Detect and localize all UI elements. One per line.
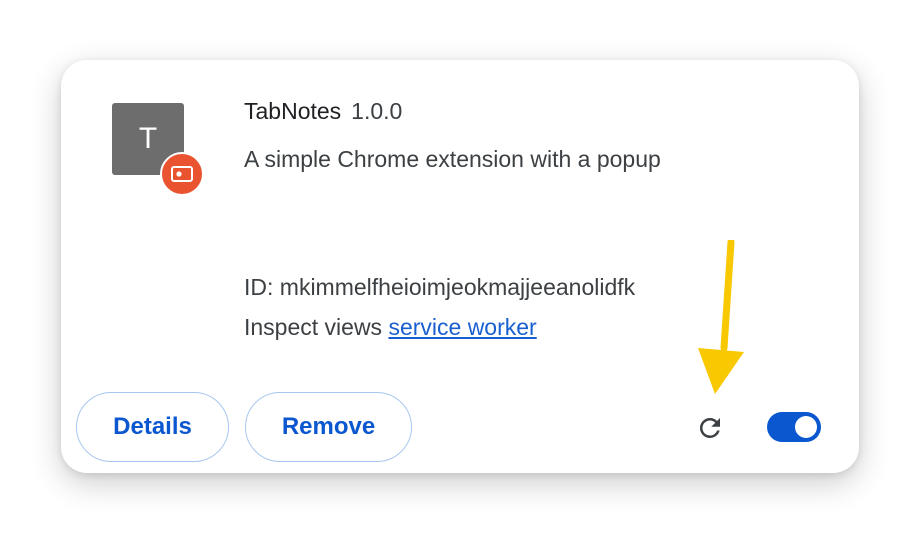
extension-name: TabNotes	[244, 98, 342, 124]
inspect-views-label: Inspect views	[244, 314, 383, 340]
inspect-views: Inspect views service worker	[244, 314, 537, 341]
service-worker-link[interactable]: service worker	[388, 314, 536, 340]
extension-description: A simple Chrome extension with a popup	[244, 146, 661, 172]
extension-title: TabNotes 1.0.0	[244, 98, 402, 125]
unpacked-badge-icon	[160, 152, 204, 196]
extension-icon-letter: T	[138, 122, 158, 155]
extension-id: ID: mkimmelfheioimjeokmajjeeanolidfk	[244, 274, 636, 300]
page: T TabNotes 1.0.0 A simple Chrome extensio…	[0, 0, 921, 535]
extension-version: 1.0.0	[351, 98, 403, 124]
enable-toggle[interactable]	[767, 412, 821, 442]
details-button[interactable]: Details	[76, 392, 229, 462]
remove-button[interactable]: Remove	[245, 392, 412, 462]
arrow-annotation-icon	[698, 240, 744, 394]
toggle-knob	[795, 416, 817, 438]
reload-icon[interactable]	[694, 412, 726, 444]
